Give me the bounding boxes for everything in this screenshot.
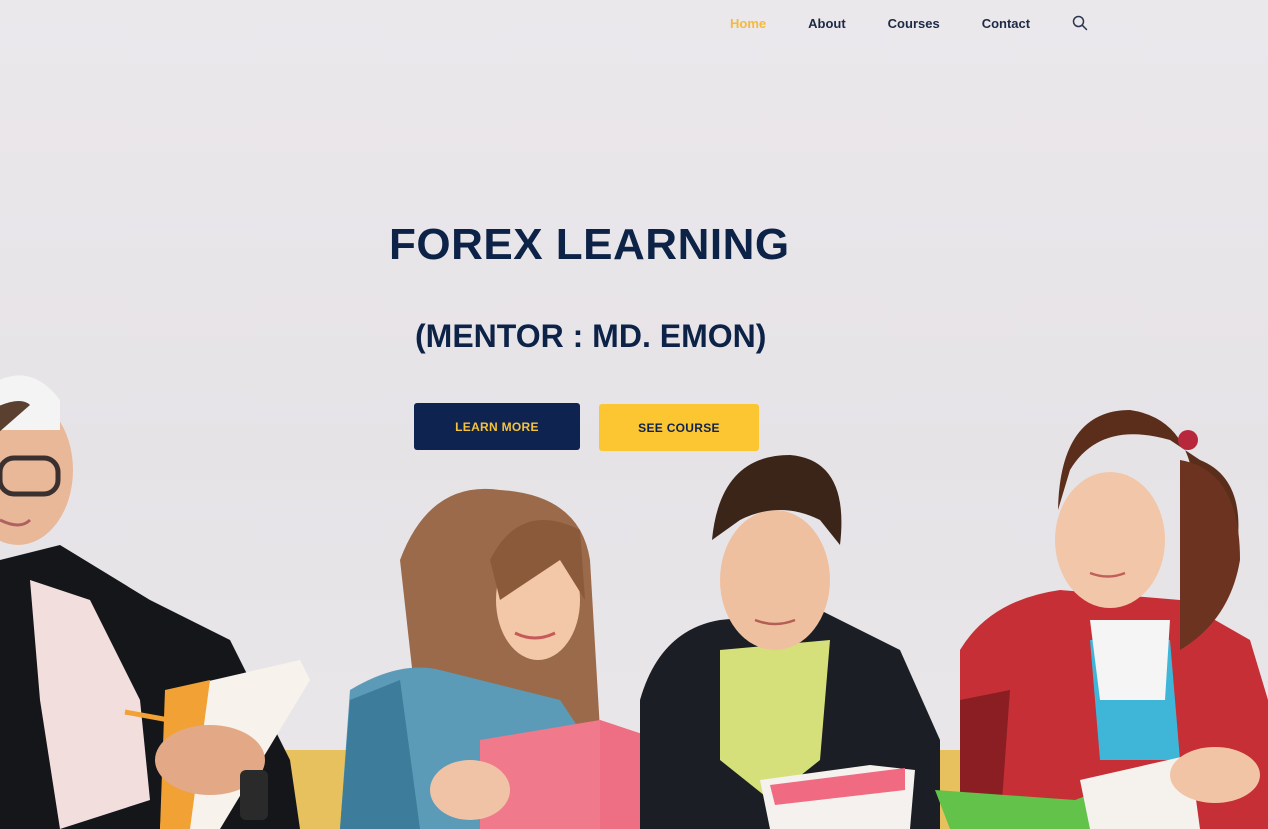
main-nav: Home About Courses Contact xyxy=(730,12,1088,34)
nav-about-link[interactable]: About xyxy=(808,16,846,31)
search-icon[interactable] xyxy=(1072,15,1088,31)
nav-contact-link[interactable]: Contact xyxy=(982,16,1030,31)
nav-home-link[interactable]: Home xyxy=(730,16,766,31)
nav-courses-link[interactable]: Courses xyxy=(888,16,940,31)
see-course-button[interactable]: SEE COURSE xyxy=(599,404,759,451)
learn-more-button[interactable]: LEARN MORE xyxy=(414,403,580,450)
hero-subtitle: (MENTOR : MD. EMON) xyxy=(415,318,767,354)
hero-title: FOREX LEARNING xyxy=(389,220,790,269)
hero-section: Home About Courses Contact FOREX LEARNIN… xyxy=(0,0,1268,829)
